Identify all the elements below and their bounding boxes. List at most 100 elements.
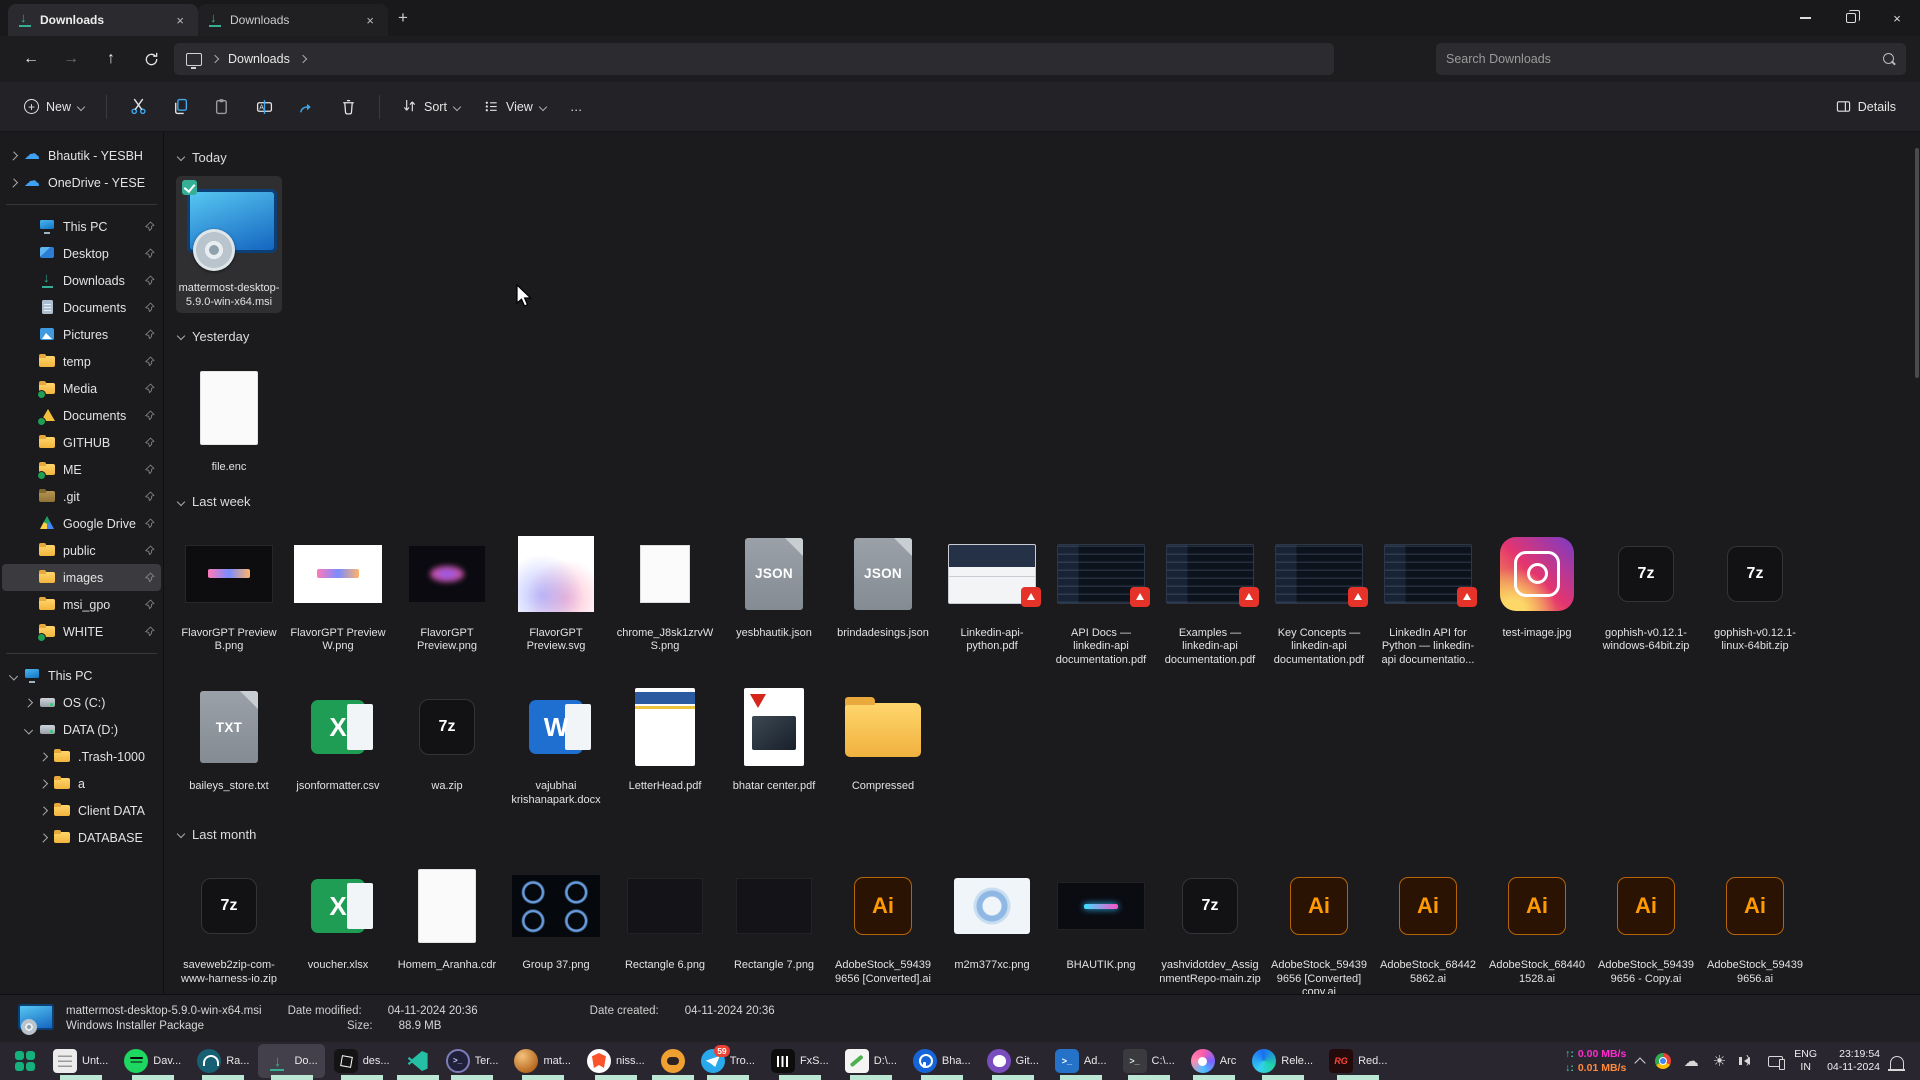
taskbar-app-onepassword[interactable]: Bha... <box>906 1044 978 1078</box>
sidebar-item-a[interactable]: a <box>2 770 161 797</box>
sidebar-item-images[interactable]: images <box>2 564 161 591</box>
expand-chevron-icon[interactable] <box>9 671 18 680</box>
forward-button[interactable]: → <box>54 43 88 75</box>
file-tile[interactable]: BHAUTIK.png <box>1048 853 1154 977</box>
taskbar-app-terminal[interactable]: >_ Ter... <box>439 1044 506 1078</box>
chevron-right-icon[interactable] <box>299 55 307 63</box>
sidebar-item-documents[interactable]: Documents <box>2 402 161 429</box>
sidebar-item-white[interactable]: WHITE <box>2 618 161 645</box>
expand-chevron-icon[interactable] <box>39 752 48 761</box>
file-area[interactable]: Today mattermost-desktop-5.9.0-win-x64.m… <box>164 132 1920 994</box>
file-tile[interactable]: 7z gophish-v0.12.1-windows-64bit.zip <box>1593 521 1699 658</box>
taskbar-app-spotify[interactable]: Dav... <box>117 1044 188 1078</box>
file-tile[interactable]: file.enc <box>176 355 282 479</box>
sidebar-item-documents[interactable]: Documents <box>2 294 161 321</box>
file-tile[interactable]: LetterHead.pdf <box>612 674 718 798</box>
sidebar-item-temp[interactable]: temp <box>2 348 161 375</box>
chevron-right-icon[interactable] <box>211 55 219 63</box>
taskbar-app-telegram[interactable]: Tro... 59 <box>694 1044 762 1078</box>
taskbar-app-downloads[interactable]: ↓ Do... <box>258 1044 324 1078</box>
close-button[interactable]: × <box>1874 0 1920 36</box>
taskbar-app-headphones[interactable]: Ra... <box>190 1044 256 1078</box>
file-tile[interactable]: Ai AdobeStock_594399656 [Converted].ai <box>830 853 936 990</box>
sidebar-item-google-drive[interactable]: Google Drive <box>2 510 161 537</box>
tab-close-icon[interactable]: × <box>172 12 188 29</box>
file-tile[interactable]: Homem_Aranha.cdr <box>394 853 500 977</box>
taskbar-app-cube[interactable]: des... <box>327 1044 397 1078</box>
section-header[interactable]: Yesterday <box>178 323 1916 349</box>
file-tile[interactable]: API Docs — linkedin-api documentation.pd… <box>1048 521 1154 672</box>
checkbox-checked-icon[interactable] <box>182 180 197 195</box>
taskbar-app-cmd[interactable]: >_ C:\... <box>1116 1044 1182 1078</box>
refresh-button[interactable] <box>134 43 168 75</box>
file-tile[interactable]: X jsonformatter.csv <box>285 674 391 798</box>
file-tile[interactable]: Group 37.png <box>503 853 609 977</box>
new-tab-button[interactable]: + <box>388 0 418 36</box>
sidebar-item-this-pc[interactable]: This PC <box>2 213 161 240</box>
breadcrumb[interactable]: Downloads <box>228 52 290 66</box>
back-button[interactable]: ← <box>14 43 48 75</box>
expand-chevron-icon[interactable] <box>39 833 48 842</box>
expand-chevron-icon[interactable] <box>9 151 18 160</box>
address-bar[interactable]: Downloads <box>174 43 1334 75</box>
taskbar-app-powershell[interactable]: >_ Ad... <box>1048 1044 1114 1078</box>
sidebar-item-public[interactable]: public <box>2 537 161 564</box>
file-tile[interactable]: Rectangle 6.png <box>612 853 718 977</box>
scrollbar[interactable] <box>1915 148 1919 378</box>
taskbar-app-avatar[interactable]: mat... <box>507 1044 578 1078</box>
file-tile[interactable]: W vajubhai krishanapark.docx <box>503 674 609 811</box>
search-icon[interactable] <box>1883 53 1896 66</box>
collapse-chevron-icon[interactable] <box>177 497 185 505</box>
sidebar-item-desktop[interactable]: Desktop <box>2 240 161 267</box>
clock[interactable]: 23:19:54 04-11-2024 <box>1827 1048 1880 1074</box>
taskbar-app-start-button[interactable] <box>6 1044 44 1078</box>
onedrive-cloud-icon[interactable]: ☁ <box>1682 1052 1700 1070</box>
chrome-tray-icon[interactable] <box>1654 1052 1672 1070</box>
tab-close-icon[interactable]: × <box>362 12 378 29</box>
copy-button[interactable] <box>161 90 199 124</box>
sidebar-item-data-d-[interactable]: DATA (D:) <box>2 716 161 743</box>
collapse-chevron-icon[interactable] <box>177 830 185 838</box>
file-tile[interactable]: test-image.jpg <box>1484 521 1590 645</box>
sort-button[interactable]: Sort <box>392 92 470 121</box>
sidebar-item-me[interactable]: ME <box>2 456 161 483</box>
sidebar-item-github[interactable]: GITHUB <box>2 429 161 456</box>
section-header[interactable]: Last month <box>178 821 1916 847</box>
sidebar-item-pictures[interactable]: Pictures <box>2 321 161 348</box>
collapse-chevron-icon[interactable] <box>177 153 185 161</box>
file-tile[interactable]: Examples — linkedin-api documentation.pd… <box>1157 521 1263 672</box>
sidebar-item-msi-gpo[interactable]: msi_gpo <box>2 591 161 618</box>
file-tile[interactable]: X voucher.xlsx <box>285 853 391 977</box>
expand-chevron-icon[interactable] <box>39 806 48 815</box>
sidebar-item-media[interactable]: Media <box>2 375 161 402</box>
file-tile[interactable]: FlavorGPT Preview.png <box>394 521 500 658</box>
file-tile[interactable]: Ai AdobeStock_594399656 - Copy.ai <box>1593 853 1699 990</box>
taskbar-app-notepad[interactable]: Unt... <box>46 1044 115 1078</box>
file-tile[interactable]: FlavorGPT Preview.svg <box>503 521 609 658</box>
net-speed-widget[interactable]: ↑:0.00 MB/s ↓:0.01 MB/s <box>1565 1048 1626 1074</box>
file-tile[interactable]: Key Concepts — linkedin-api documentatio… <box>1266 521 1372 672</box>
taskbar-app-equalizer[interactable]: FxS... <box>764 1044 836 1078</box>
sidebar-item-downloads[interactable]: Downloads <box>2 267 161 294</box>
file-tile[interactable]: m2m377xc.png <box>939 853 1045 977</box>
more-options-button[interactable]: … <box>560 93 593 121</box>
file-tile[interactable]: LinkedIn API for Python — linkedin-api d… <box>1375 521 1481 672</box>
taskbar-app-notepadpp[interactable]: D:\... <box>838 1044 904 1078</box>
file-tile[interactable]: 7z gophish-v0.12.1-linux-64bit.zip <box>1702 521 1808 658</box>
minimize-button[interactable] <box>1782 0 1828 36</box>
share-button[interactable] <box>287 90 325 124</box>
file-tile[interactable]: Ai AdobeStock_684401528.ai <box>1484 853 1590 990</box>
sidebar-item-database[interactable]: DATABASE <box>2 824 161 851</box>
file-tile[interactable]: Ai AdobeStock_594399656 [Converted] copy… <box>1266 853 1372 994</box>
sidebar-item-this-pc[interactable]: This PC <box>2 662 161 689</box>
sidebar-item--trash-1000[interactable]: .Trash-1000 <box>2 743 161 770</box>
file-tile[interactable]: Compressed <box>830 674 936 798</box>
file-tile[interactable]: 7z saveweb2zip-com-www-harness-io.zip <box>176 853 282 990</box>
delete-button[interactable] <box>329 90 367 124</box>
taskbar-app-edge[interactable]: Rele... <box>1245 1044 1320 1078</box>
sidebar-item--git[interactable]: .git <box>2 483 161 510</box>
cut-button[interactable] <box>119 90 157 124</box>
section-header[interactable]: Today <box>178 144 1916 170</box>
taskbar-app-redgiant[interactable]: RG Red... <box>1322 1044 1394 1078</box>
taskbar-app-github[interactable]: Git... <box>980 1044 1046 1078</box>
